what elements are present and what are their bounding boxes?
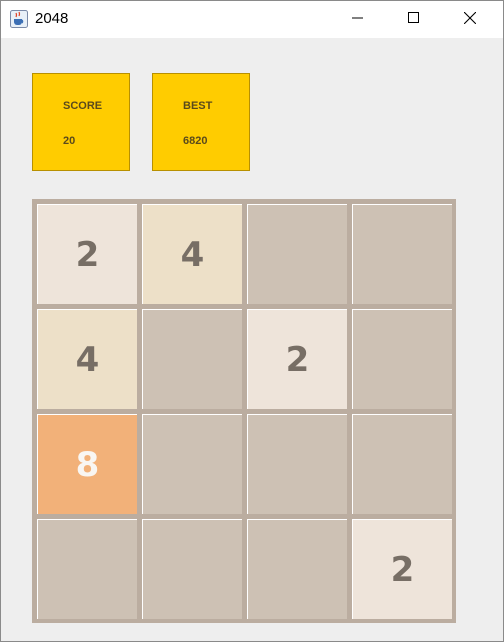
score-label: SCORE	[63, 100, 103, 112]
maximize-icon	[408, 11, 420, 29]
empty-cell	[247, 414, 347, 514]
window-title: 2048	[35, 10, 69, 27]
score-value: 20	[63, 135, 76, 147]
minimize-button[interactable]	[335, 1, 381, 38]
empty-cell	[142, 519, 242, 619]
minimize-icon	[352, 11, 364, 29]
title-bar: 2048	[1, 1, 503, 38]
empty-cell	[142, 309, 242, 409]
tile-2: 2	[247, 309, 347, 409]
empty-cell	[352, 414, 452, 514]
empty-cell	[247, 519, 347, 619]
game-window: 2048 SCORE 20 BEST 6820 244282	[0, 0, 504, 642]
tile-2: 2	[352, 519, 452, 619]
java-cup-icon	[10, 10, 28, 28]
empty-cell	[352, 309, 452, 409]
maximize-button[interactable]	[391, 1, 437, 38]
tile-2: 2	[37, 204, 137, 304]
best-label: BEST	[183, 100, 213, 112]
best-score-box: BEST 6820	[152, 73, 250, 171]
tile-4: 4	[142, 204, 242, 304]
score-box: SCORE 20	[32, 73, 130, 171]
close-button[interactable]	[447, 1, 493, 38]
empty-cell	[247, 204, 347, 304]
tile-4: 4	[37, 309, 137, 409]
tile-8: 8	[37, 414, 137, 514]
empty-cell	[142, 414, 242, 514]
close-icon	[463, 11, 477, 29]
best-value: 6820	[183, 135, 208, 147]
empty-cell	[37, 519, 137, 619]
game-board[interactable]: 244282	[32, 199, 456, 623]
empty-cell	[352, 204, 452, 304]
